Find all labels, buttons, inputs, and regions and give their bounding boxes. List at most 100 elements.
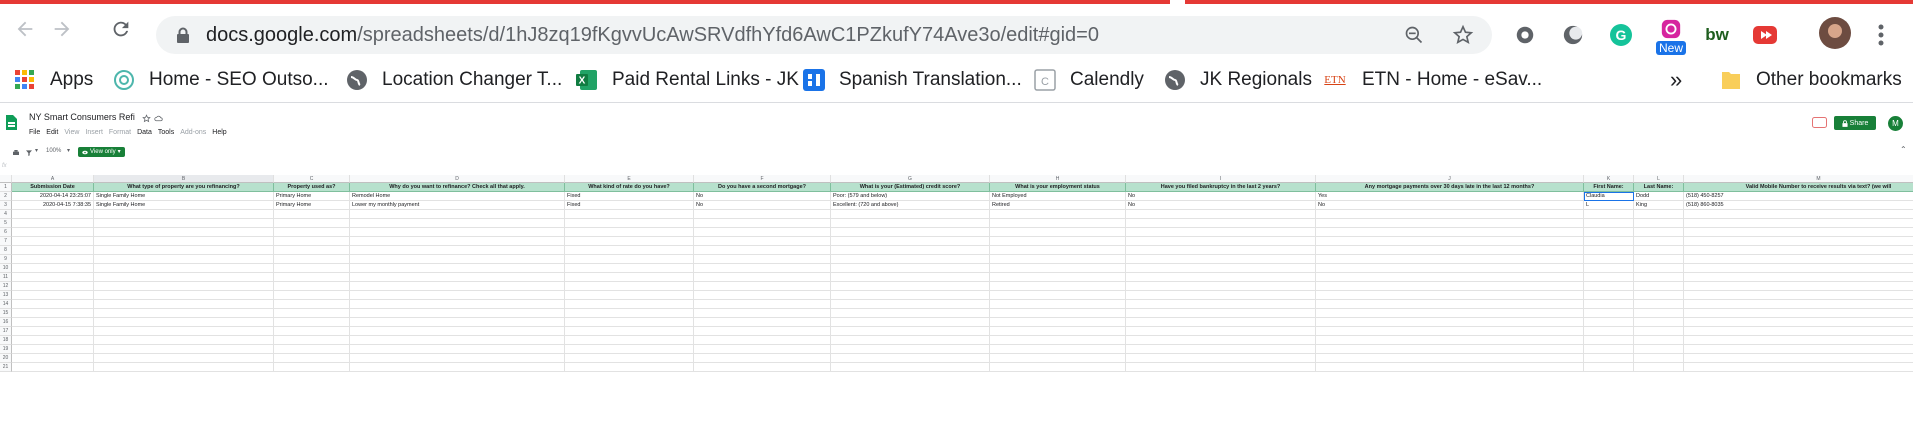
empty-cell[interactable] — [12, 273, 94, 282]
bookmark-spanish-translation[interactable]: Spanish Translation... — [803, 68, 1022, 92]
empty-cell[interactable] — [1126, 327, 1316, 336]
empty-cell[interactable] — [1126, 282, 1316, 291]
empty-cell[interactable] — [94, 273, 274, 282]
empty-cell[interactable] — [1126, 255, 1316, 264]
empty-cell[interactable] — [990, 354, 1126, 363]
table-cell[interactable]: Not Employed — [990, 192, 1126, 201]
table-cell[interactable]: No — [1316, 201, 1584, 210]
empty-cell[interactable] — [831, 309, 990, 318]
empty-cell[interactable] — [1584, 228, 1634, 237]
table-cell[interactable]: Retired — [990, 201, 1126, 210]
empty-cell[interactable] — [1684, 336, 1913, 345]
empty-cell[interactable] — [94, 282, 274, 291]
empty-cell[interactable] — [94, 336, 274, 345]
empty-cell[interactable] — [565, 246, 694, 255]
empty-cell[interactable] — [565, 219, 694, 228]
table-cell[interactable]: 2020-04-15 7:38:35 — [12, 201, 94, 210]
empty-cell[interactable] — [565, 363, 694, 372]
view-only-button[interactable]: View only ▾ — [78, 147, 125, 157]
empty-cell[interactable] — [694, 237, 831, 246]
empty-cell[interactable] — [1316, 282, 1584, 291]
column-header-j[interactable]: J — [1316, 175, 1584, 183]
table-cell[interactable]: Single Family Home — [94, 201, 274, 210]
empty-cell[interactable] — [12, 255, 94, 264]
empty-cell[interactable] — [694, 327, 831, 336]
empty-cell[interactable] — [565, 237, 694, 246]
empty-cell[interactable] — [1634, 291, 1684, 300]
empty-cell[interactable] — [350, 327, 565, 336]
empty-cell[interactable] — [350, 345, 565, 354]
zoom-select[interactable]: 100% — [46, 148, 61, 154]
table-cell[interactable]: Single Family Home — [94, 192, 274, 201]
empty-cell[interactable] — [565, 354, 694, 363]
column-header-d[interactable]: D — [350, 175, 565, 183]
extension-at-icon[interactable] — [1512, 22, 1538, 48]
empty-cell[interactable] — [565, 228, 694, 237]
profile-avatar[interactable] — [1818, 16, 1852, 50]
empty-cell[interactable] — [1584, 282, 1634, 291]
empty-cell[interactable] — [1634, 255, 1684, 264]
header-cell[interactable]: Any mortgage payments over 30 days late … — [1316, 183, 1584, 192]
star-icon[interactable] — [1452, 24, 1474, 46]
empty-cell[interactable] — [694, 264, 831, 273]
empty-cell[interactable] — [1684, 264, 1913, 273]
column-header-k[interactable]: K — [1584, 175, 1634, 183]
empty-cell[interactable] — [694, 219, 831, 228]
empty-cell[interactable] — [694, 273, 831, 282]
empty-cell[interactable] — [1316, 336, 1584, 345]
empty-cell[interactable] — [274, 273, 350, 282]
empty-cell[interactable] — [1316, 210, 1584, 219]
empty-cell[interactable] — [1684, 228, 1913, 237]
empty-cell[interactable] — [565, 282, 694, 291]
empty-cell[interactable] — [1634, 219, 1684, 228]
empty-cell[interactable] — [1634, 309, 1684, 318]
empty-cell[interactable] — [990, 237, 1126, 246]
header-cell[interactable]: Why do you want to refinance? Check all … — [350, 183, 565, 192]
empty-cell[interactable] — [1316, 345, 1584, 354]
empty-cell[interactable] — [1316, 354, 1584, 363]
empty-cell[interactable] — [1126, 363, 1316, 372]
empty-cell[interactable] — [350, 282, 565, 291]
empty-cell[interactable] — [94, 210, 274, 219]
empty-cell[interactable] — [274, 219, 350, 228]
empty-cell[interactable] — [831, 336, 990, 345]
table-cell[interactable]: Poor: (579 and below) — [831, 192, 990, 201]
empty-cell[interactable] — [565, 210, 694, 219]
empty-cell[interactable] — [274, 363, 350, 372]
column-header-f[interactable]: F — [694, 175, 831, 183]
empty-cell[interactable] — [990, 255, 1126, 264]
table-cell[interactable]: Dodd — [1634, 192, 1684, 201]
empty-cell[interactable] — [1126, 318, 1316, 327]
row-header[interactable]: 5 — [0, 219, 12, 228]
empty-cell[interactable] — [831, 282, 990, 291]
empty-cell[interactable] — [350, 264, 565, 273]
empty-cell[interactable] — [565, 255, 694, 264]
bookmark-location-changer[interactable]: Location Changer T... — [346, 68, 562, 92]
empty-cell[interactable] — [1126, 264, 1316, 273]
header-cell[interactable]: Property used as? — [274, 183, 350, 192]
empty-cell[interactable] — [274, 255, 350, 264]
empty-cell[interactable] — [1126, 246, 1316, 255]
empty-cell[interactable] — [831, 291, 990, 300]
empty-cell[interactable] — [694, 354, 831, 363]
empty-cell[interactable] — [1316, 228, 1584, 237]
table-cell[interactable]: No — [1126, 201, 1316, 210]
empty-cell[interactable] — [12, 210, 94, 219]
empty-cell[interactable] — [1634, 282, 1684, 291]
empty-cell[interactable] — [1684, 300, 1913, 309]
row-header[interactable]: 6 — [0, 228, 12, 237]
empty-cell[interactable] — [1316, 291, 1584, 300]
empty-cell[interactable] — [1316, 246, 1584, 255]
empty-cell[interactable] — [274, 291, 350, 300]
empty-cell[interactable] — [274, 300, 350, 309]
empty-cell[interactable] — [831, 237, 990, 246]
empty-cell[interactable] — [831, 246, 990, 255]
empty-cell[interactable] — [350, 237, 565, 246]
bookmarks-overflow-button[interactable]: » — [1670, 67, 1682, 92]
empty-cell[interactable] — [1126, 354, 1316, 363]
empty-cell[interactable] — [1316, 237, 1584, 246]
menu-view[interactable]: View — [64, 129, 79, 136]
youtube-extension-icon[interactable] — [1752, 22, 1778, 48]
header-cell[interactable]: What is your (Estimated) credit score? — [831, 183, 990, 192]
row-header[interactable]: 10 — [0, 264, 12, 273]
